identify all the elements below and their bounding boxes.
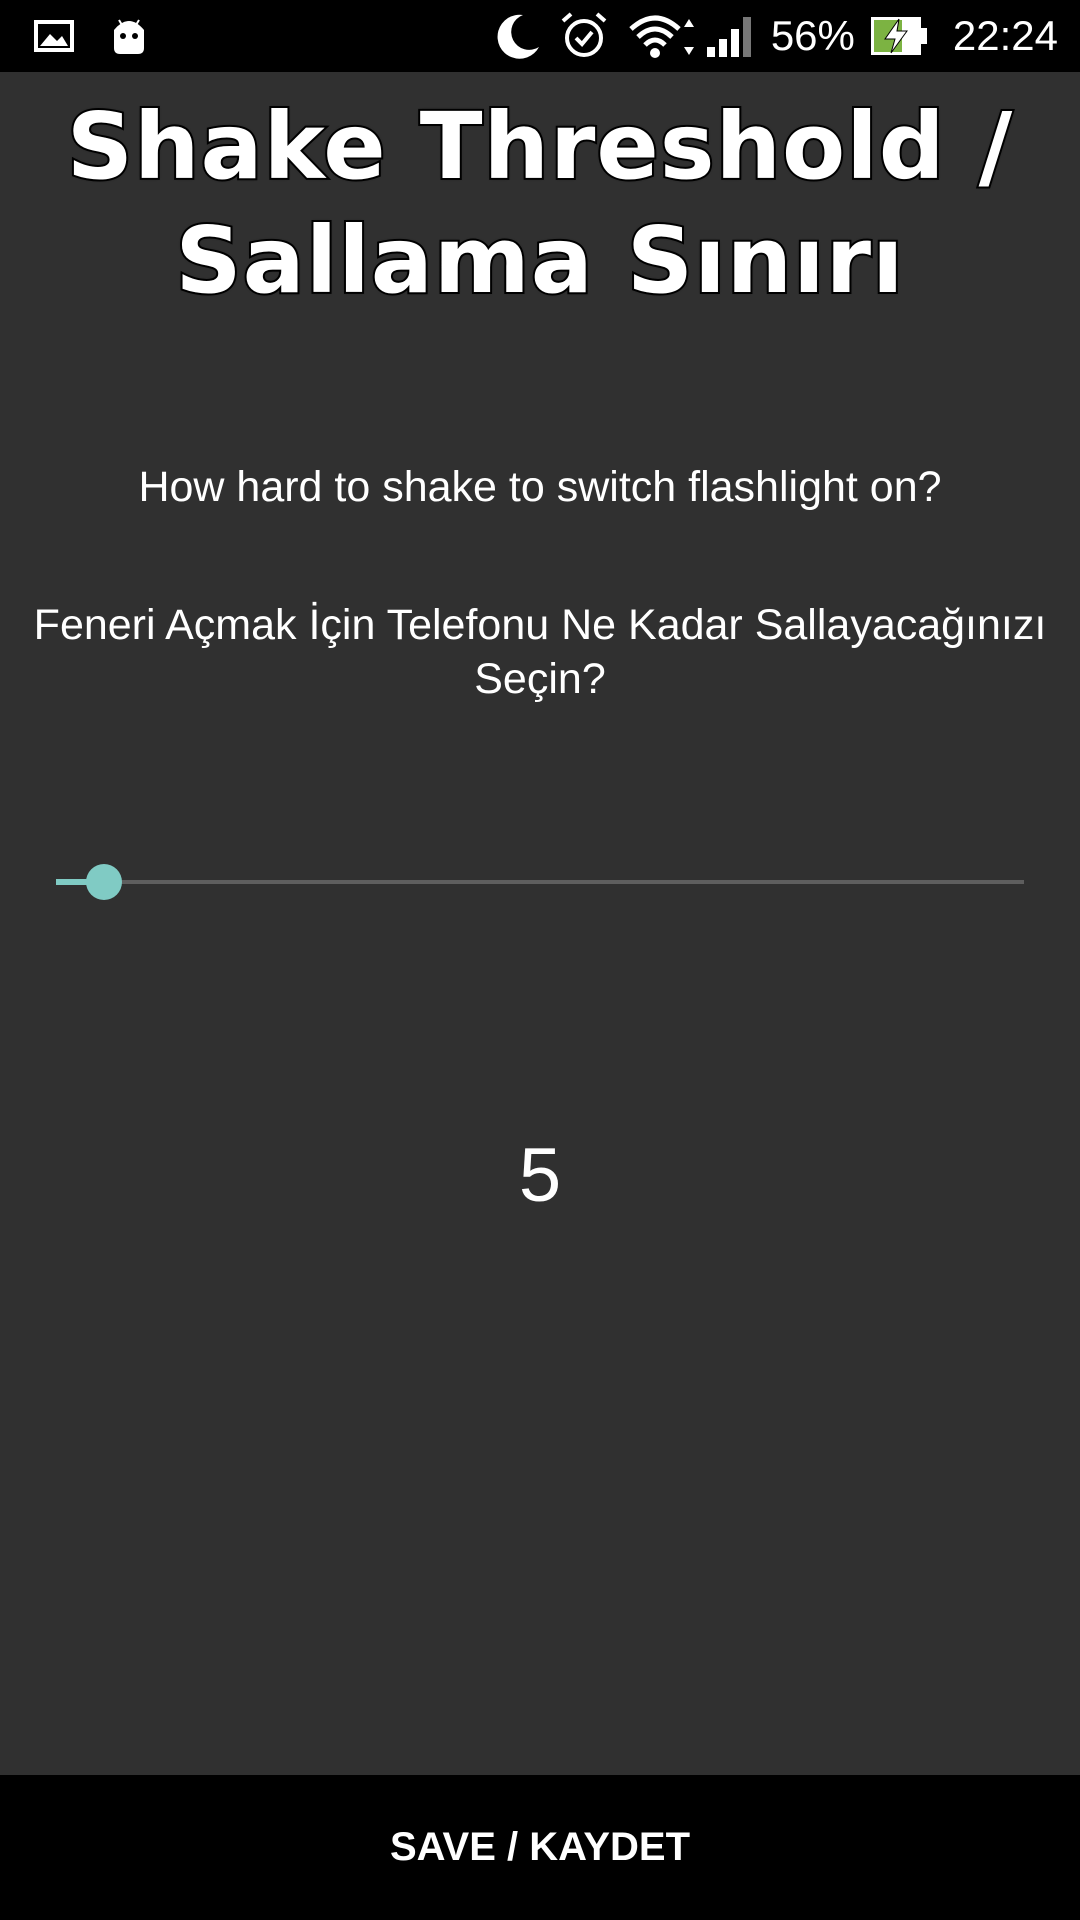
question-turkish: Feneri Açmak İçin Telefonu Ne Kadar Sall…: [33, 601, 1047, 703]
save-button[interactable]: SAVE / KAYDET: [0, 1775, 1080, 1920]
signal-icon: [705, 11, 757, 61]
page-title: Shake Threshold / Sallama Sınırı: [0, 90, 1080, 318]
gallery-icon: [34, 20, 74, 52]
status-bar: 56% 22:24: [0, 0, 1080, 72]
title-line-1: Shake Threshold /: [65, 91, 1014, 202]
alarm-icon: [559, 11, 609, 61]
wifi-icon: [627, 11, 697, 61]
save-button-label: SAVE / KAYDET: [389, 1825, 691, 1869]
android-icon: [110, 16, 148, 56]
clock: 22:24: [952, 12, 1058, 59]
battery-percent: 56%: [770, 12, 855, 59]
slider-track[interactable]: [56, 880, 1024, 884]
threshold-slider[interactable]: [56, 852, 1024, 912]
main-content: Shake Threshold / Sallama Sınırı How har…: [0, 72, 1080, 1775]
question-english: How hard to shake to switch flashlight o…: [138, 463, 942, 511]
title-line-2: Sallama Sınırı: [173, 205, 905, 316]
battery-charging-icon: [869, 15, 929, 57]
moon-icon: [493, 11, 541, 61]
threshold-value: 5: [518, 1133, 562, 1218]
slider-thumb[interactable]: [86, 864, 122, 900]
